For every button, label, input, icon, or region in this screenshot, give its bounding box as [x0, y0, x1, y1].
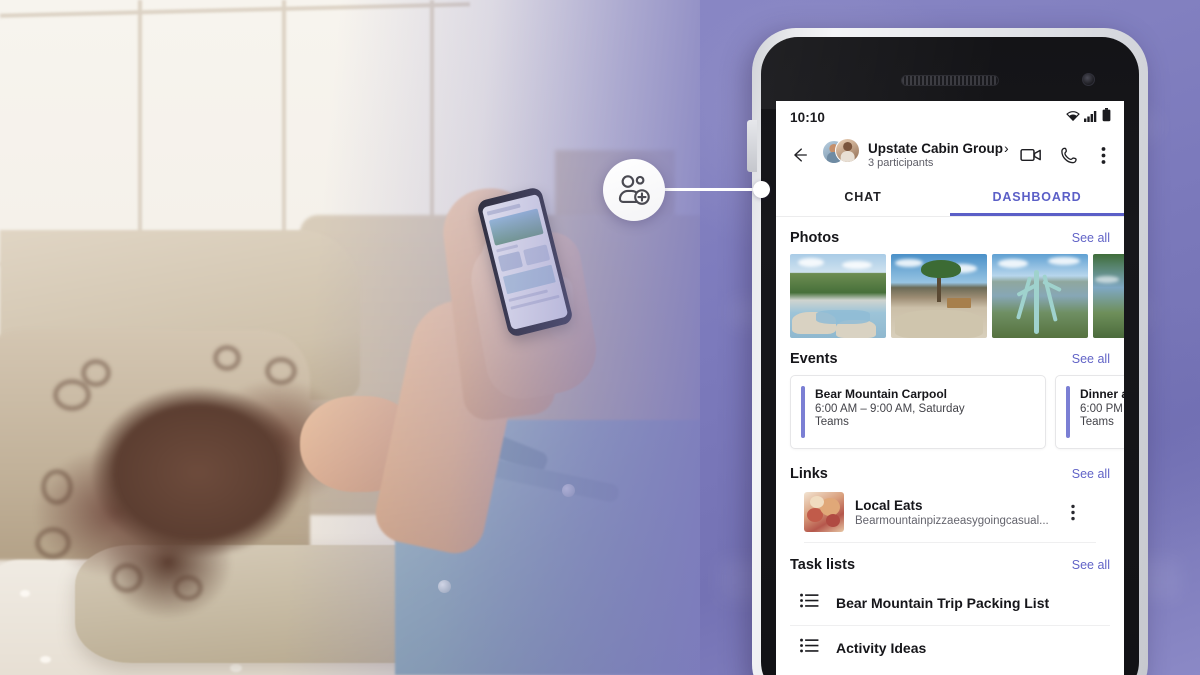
- photo-thumbnail[interactable]: [992, 254, 1088, 338]
- status-bar: 10:10: [776, 101, 1124, 134]
- link-url: Bearmountainpizzaeasygoingcasual...: [855, 514, 1049, 527]
- avatar[interactable]: [822, 136, 860, 174]
- chat-title-block[interactable]: Upstate Cabin Group › 3 participants: [868, 139, 1009, 170]
- list-item[interactable]: Local Eats Bearmountainpizzaeasygoingcas…: [804, 490, 1096, 543]
- task-list-title: Activity Ideas: [836, 640, 927, 656]
- links-see-all-link[interactable]: See all: [1072, 467, 1110, 481]
- photo-thumbnail[interactable]: [790, 254, 886, 338]
- page-title: Upstate Cabin Group ›: [868, 139, 1009, 157]
- event-source: Teams: [1080, 416, 1114, 428]
- cellular-signal-icon: [1084, 109, 1098, 127]
- phone-call-icon[interactable]: [1054, 140, 1084, 170]
- phone-mockup: 10:10 Upstate Cabin Group › 3 participan…: [747, 28, 1192, 675]
- callout-connector-dot: [753, 181, 770, 198]
- battery-icon: [1102, 108, 1111, 127]
- events-title: Events: [790, 351, 838, 367]
- phone-screen: 10:10 Upstate Cabin Group › 3 participan…: [776, 101, 1124, 675]
- photo-thumbnail[interactable]: [891, 254, 987, 338]
- add-people-icon[interactable]: [603, 159, 665, 221]
- status-time: 10:10: [790, 110, 826, 125]
- background-photo: [0, 0, 820, 675]
- event-source: Teams: [815, 416, 849, 428]
- dashboard-content: Photos See all Events See all Bear Mount…: [776, 217, 1124, 675]
- events-section-header: Events See all: [776, 338, 1124, 375]
- chat-header: Upstate Cabin Group › 3 participants: [776, 134, 1124, 178]
- tab-chat[interactable]: CHAT: [776, 178, 950, 216]
- video-call-icon[interactable]: [1016, 140, 1046, 170]
- list-icon: [800, 638, 819, 658]
- list-item[interactable]: Bear Mountain Trip Packing List: [790, 581, 1110, 626]
- photos-section-header: Photos See all: [776, 217, 1124, 254]
- tasklists-title: Task lists: [790, 557, 856, 573]
- event-card[interactable]: Bear Mountain Carpool 6:00 AM – 9:00 AM,…: [790, 375, 1046, 449]
- phone-body: 10:10 Upstate Cabin Group › 3 participan…: [747, 28, 1148, 675]
- task-list-title: Bear Mountain Trip Packing List: [836, 595, 1050, 611]
- photos-list: [776, 254, 1124, 338]
- callout-connector-line: [663, 188, 763, 191]
- links-section-header: Links See all: [776, 449, 1124, 490]
- photos-title: Photos: [790, 230, 840, 246]
- events-see-all-link[interactable]: See all: [1072, 352, 1110, 366]
- earpiece-speaker-icon: [901, 75, 999, 86]
- tab-bar: CHAT DASHBOARD: [776, 178, 1124, 216]
- chevron-right-icon: ›: [1004, 139, 1009, 156]
- photo-thumbnail[interactable]: [1093, 254, 1124, 338]
- link-title: Local Eats: [855, 497, 923, 513]
- power-button[interactable]: [747, 120, 757, 172]
- event-card[interactable]: Dinner at 6:00 PM – 9 Teams: [1055, 375, 1124, 449]
- events-list: Bear Mountain Carpool 6:00 AM – 9:00 AM,…: [776, 375, 1124, 449]
- tasklists-see-all-link[interactable]: See all: [1072, 558, 1110, 572]
- wifi-icon: [1066, 109, 1080, 127]
- link-thumbnail: [804, 492, 844, 532]
- event-time: 6:00 PM – 9: [1080, 403, 1124, 415]
- list-item[interactable]: Activity Ideas: [790, 626, 1110, 670]
- event-title: Bear Mountain Carpool: [815, 387, 948, 401]
- more-vertical-icon[interactable]: [1092, 140, 1114, 170]
- links-title: Links: [790, 466, 828, 482]
- list-icon: [800, 593, 819, 613]
- event-title: Dinner at: [1080, 387, 1124, 401]
- tasklists-section-header: Task lists See all: [776, 543, 1124, 581]
- back-arrow-icon[interactable]: [784, 140, 814, 170]
- photos-see-all-link[interactable]: See all: [1072, 231, 1110, 245]
- front-camera-icon: [1082, 73, 1095, 86]
- chat-name: Upstate Cabin Group: [868, 140, 1004, 156]
- event-time: 6:00 AM – 9:00 AM, Saturday: [815, 403, 965, 415]
- tab-dashboard[interactable]: DASHBOARD: [950, 178, 1124, 216]
- participant-count: 3 participants: [868, 157, 934, 170]
- more-vertical-icon[interactable]: [1062, 504, 1084, 521]
